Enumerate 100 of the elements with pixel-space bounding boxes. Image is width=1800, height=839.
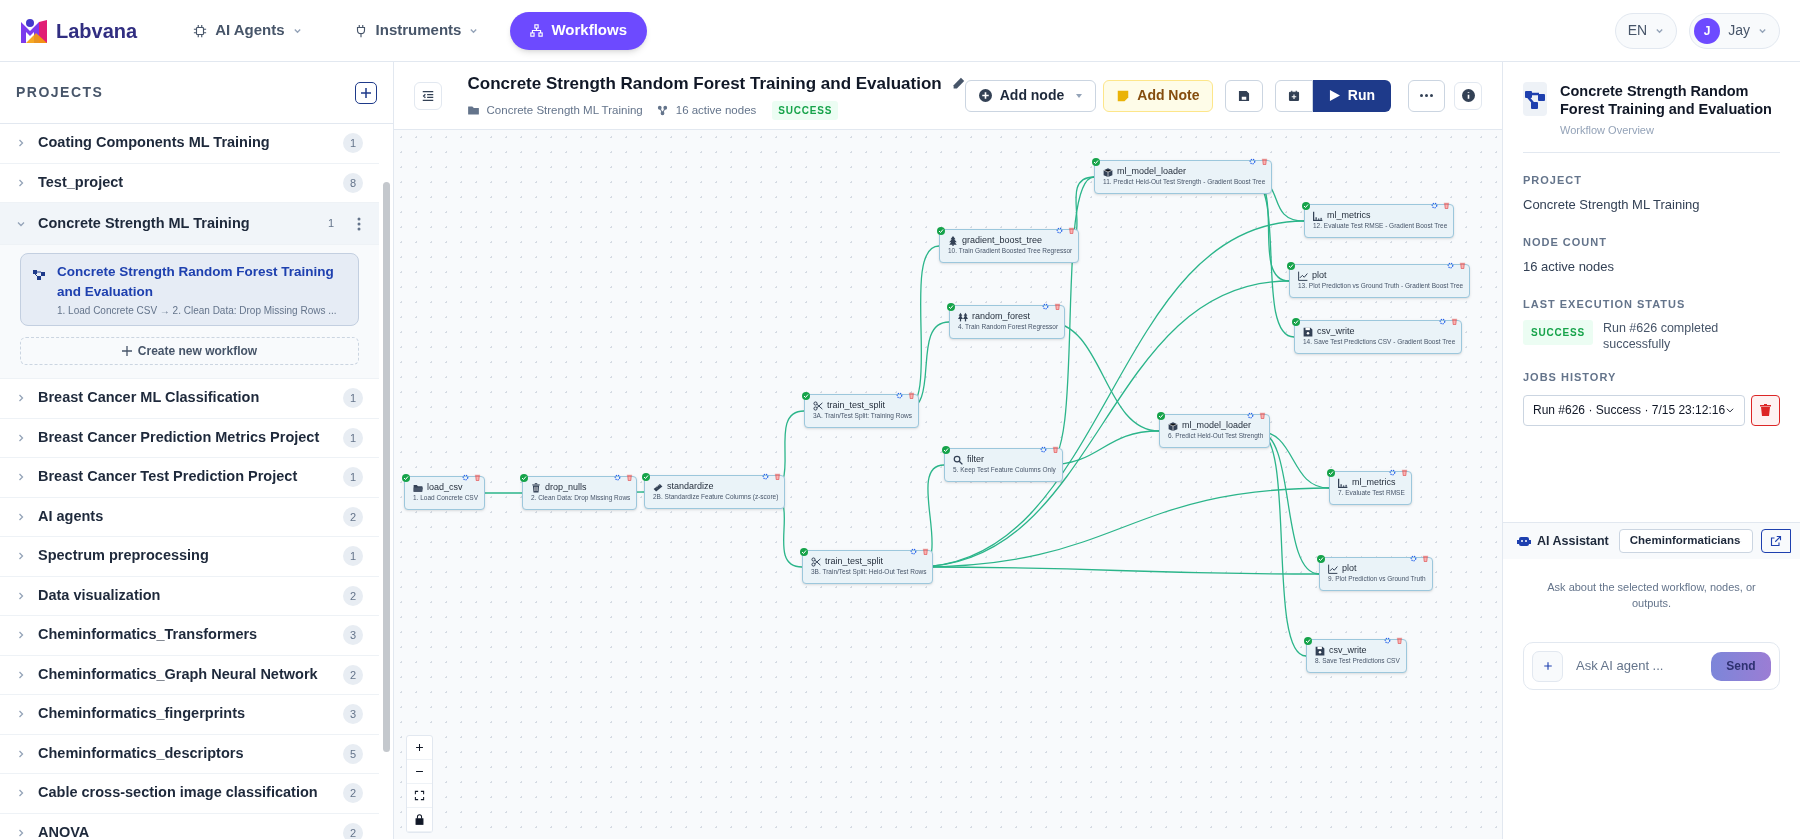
assistant-hint: Ask about the selected workflow, nodes, or outputs. <box>1546 580 1757 611</box>
schedule-button[interactable] <box>1274 79 1313 112</box>
gear-icon[interactable] <box>896 392 903 399</box>
project-item[interactable]: Cheminformatics_Graph Neural Network 2 <box>0 655 379 695</box>
scrollbar[interactable] <box>383 182 390 752</box>
delete-icon[interactable] <box>1261 158 1269 165</box>
project-item[interactable]: Coating Components ML Training 1 <box>0 124 379 164</box>
delete-icon[interactable] <box>1054 303 1062 310</box>
delete-icon[interactable] <box>474 474 482 481</box>
add-project-button[interactable] <box>355 81 377 104</box>
project-item[interactable]: Spectrum preprocessing 1 <box>0 537 379 577</box>
project-item[interactable]: Breast Cancer ML Classification 1 <box>0 379 379 419</box>
ruler-icon <box>653 481 663 492</box>
node-title: plot <box>1312 270 1327 281</box>
gear-icon[interactable] <box>1431 202 1439 209</box>
gear-icon[interactable] <box>462 474 470 481</box>
item-count: 1 <box>343 467 363 488</box>
delete-icon[interactable] <box>1443 202 1451 209</box>
user-menu[interactable]: J Jay <box>1689 12 1780 49</box>
sidebar-toggle-button[interactable] <box>414 81 442 110</box>
message-input[interactable]: Ask AI agent ... <box>1576 656 1711 676</box>
agent-select[interactable]: Cheminformaticians <box>1618 529 1753 553</box>
gear-icon[interactable] <box>1056 227 1064 234</box>
chevron-down-icon <box>469 26 479 35</box>
project-item[interactable]: ANOVA 2 <box>0 813 379 839</box>
gear-icon[interactable] <box>762 473 770 480</box>
nav-link[interactable]: AI Agents <box>173 11 322 50</box>
field-label: LAST EXECUTION STATUS <box>1523 296 1687 312</box>
delete-icon[interactable] <box>626 474 634 481</box>
gear-icon[interactable] <box>614 474 622 481</box>
project-name: Cheminformatics_Graph Neural Network <box>38 664 318 684</box>
gear-icon[interactable] <box>1383 637 1391 644</box>
chevron-right-icon <box>16 788 26 799</box>
create-workflow-button[interactable]: Create new workflow <box>20 337 359 365</box>
item-count: 2 <box>343 783 363 804</box>
nav-link[interactable]: Instruments <box>333 11 499 50</box>
project-item[interactable]: Breast Cancer Prediction Metrics Project 1 <box>0 418 379 458</box>
delete-button[interactable] <box>1751 394 1780 426</box>
project-label: Concrete Strength ML Training <box>486 103 643 119</box>
delete-icon[interactable] <box>1400 469 1408 476</box>
language-select[interactable]: EN <box>1614 12 1678 49</box>
gear-icon[interactable] <box>1039 446 1047 453</box>
project-item[interactable]: Cheminformatics_descriptors 5 <box>0 734 379 774</box>
external-link-icon <box>1769 535 1782 547</box>
plus-icon <box>1541 660 1554 672</box>
project-item[interactable]: Breast Cancer Test Prediction Project 1 <box>0 458 379 498</box>
plus-icon <box>414 742 425 753</box>
delete-icon[interactable] <box>1051 446 1059 453</box>
jobs-select[interactable]: Run #626 · Success · 7/15 23:12:16 <box>1523 394 1746 426</box>
chat-input[interactable]: Ask AI agent ... Send <box>1523 642 1780 690</box>
delete-icon[interactable] <box>1259 412 1267 419</box>
delete-icon[interactable] <box>1068 227 1076 234</box>
gear-icon[interactable] <box>1409 555 1417 562</box>
info-button[interactable] <box>1454 81 1482 110</box>
workflow-icon <box>1523 82 1547 116</box>
open-external-button[interactable] <box>1760 529 1791 553</box>
node-title: random_forest <box>972 311 1031 322</box>
chevron-right-icon <box>16 630 26 641</box>
project-name: Data visualization <box>38 585 161 605</box>
add-note-button[interactable]: Add Note <box>1103 79 1214 112</box>
nav-link[interactable]: Workflows <box>510 11 648 50</box>
delete-icon[interactable] <box>908 392 915 399</box>
chevron-right-icon <box>16 590 26 601</box>
project-name: Cheminformatics_descriptors <box>38 743 244 763</box>
add-node-button[interactable]: Add node <box>964 79 1097 112</box>
gear-icon[interactable] <box>1249 158 1257 165</box>
delete-icon[interactable] <box>774 473 782 480</box>
project-item[interactable]: Concrete Strength ML Training 1 <box>0 203 379 245</box>
status-badge: SUCCESS <box>772 101 839 121</box>
project-item[interactable]: Cheminformatics_fingerprints 3 <box>0 695 379 735</box>
run-button[interactable]: Run <box>1312 79 1392 112</box>
item-count: 2 <box>343 664 363 685</box>
gear-icon[interactable] <box>1388 469 1396 476</box>
chevron-right-icon <box>16 511 26 522</box>
node-title: train_test_split <box>825 556 884 567</box>
project-item[interactable]: Cable cross-section image classification 2 <box>0 774 379 814</box>
delete-icon[interactable] <box>1395 637 1403 644</box>
pencil-icon[interactable] <box>951 77 965 90</box>
gear-icon[interactable] <box>1042 303 1050 310</box>
project-item[interactable]: Cheminformatics_Transformers 3 <box>0 616 379 656</box>
delete-icon[interactable] <box>1451 318 1459 325</box>
chevron-down-icon <box>1758 26 1767 35</box>
item-count: 1 <box>326 216 336 232</box>
menu-collapse-icon <box>420 88 435 103</box>
delete-icon[interactable] <box>1421 555 1429 562</box>
gear-icon[interactable] <box>1247 412 1255 419</box>
project-item[interactable]: Data visualization 2 <box>0 576 379 616</box>
project-item[interactable]: AI agents 2 <box>0 497 379 537</box>
chevron-right-icon <box>16 551 26 562</box>
delete-icon[interactable] <box>922 548 930 555</box>
plus-icon <box>121 346 132 356</box>
workflow-card[interactable]: Concrete Strength Random Forest Training and Evaluation 1. Load Concrete CSV → 2. Clean Data: Drop Missing Rows ... <box>20 253 359 326</box>
kebab-menu-icon[interactable] <box>357 216 361 231</box>
save-button[interactable] <box>1225 79 1263 112</box>
workflow-icon <box>33 270 45 280</box>
item-count: 3 <box>343 625 363 646</box>
gear-icon[interactable] <box>910 548 918 555</box>
delete-icon[interactable] <box>1459 262 1467 269</box>
gear-icon[interactable] <box>1439 318 1447 325</box>
gear-icon[interactable] <box>1447 262 1455 269</box>
